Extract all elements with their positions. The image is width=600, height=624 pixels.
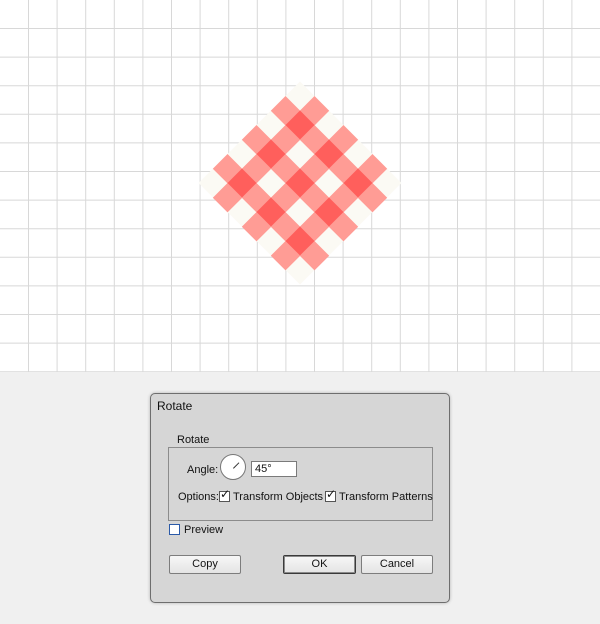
rotate-dialog: Rotate Rotate Angle: 45° Options: ✓ Tran…: [150, 393, 450, 603]
preview-label[interactable]: Preview: [184, 524, 223, 536]
check-icon: ✓: [326, 487, 337, 501]
angle-input[interactable]: 45°: [251, 461, 297, 477]
angle-dial-icon[interactable]: [220, 454, 246, 480]
transform-patterns-checkbox[interactable]: ✓: [325, 487, 337, 502]
dial-needle: [233, 462, 240, 469]
rotate-group-box: [168, 447, 433, 521]
transform-objects-checkbox[interactable]: ✓: [219, 487, 231, 502]
cancel-button[interactable]: Cancel: [361, 555, 433, 574]
transform-objects-label[interactable]: Transform Objects: [233, 491, 323, 503]
options-label: Options:: [178, 491, 219, 503]
gingham-pattern-canvas: [0, 0, 600, 372]
rotate-group-label: Rotate: [174, 434, 213, 446]
transform-patterns-label[interactable]: Transform Patterns: [339, 491, 433, 503]
preview-checkbox[interactable]: [169, 524, 180, 535]
angle-label: Angle:: [187, 464, 219, 476]
check-icon: ✓: [220, 487, 231, 501]
ok-button[interactable]: OK: [283, 555, 356, 574]
copy-button[interactable]: Copy: [169, 555, 241, 574]
dialog-title: Rotate: [157, 399, 193, 413]
artboard-canvas: [0, 0, 600, 372]
